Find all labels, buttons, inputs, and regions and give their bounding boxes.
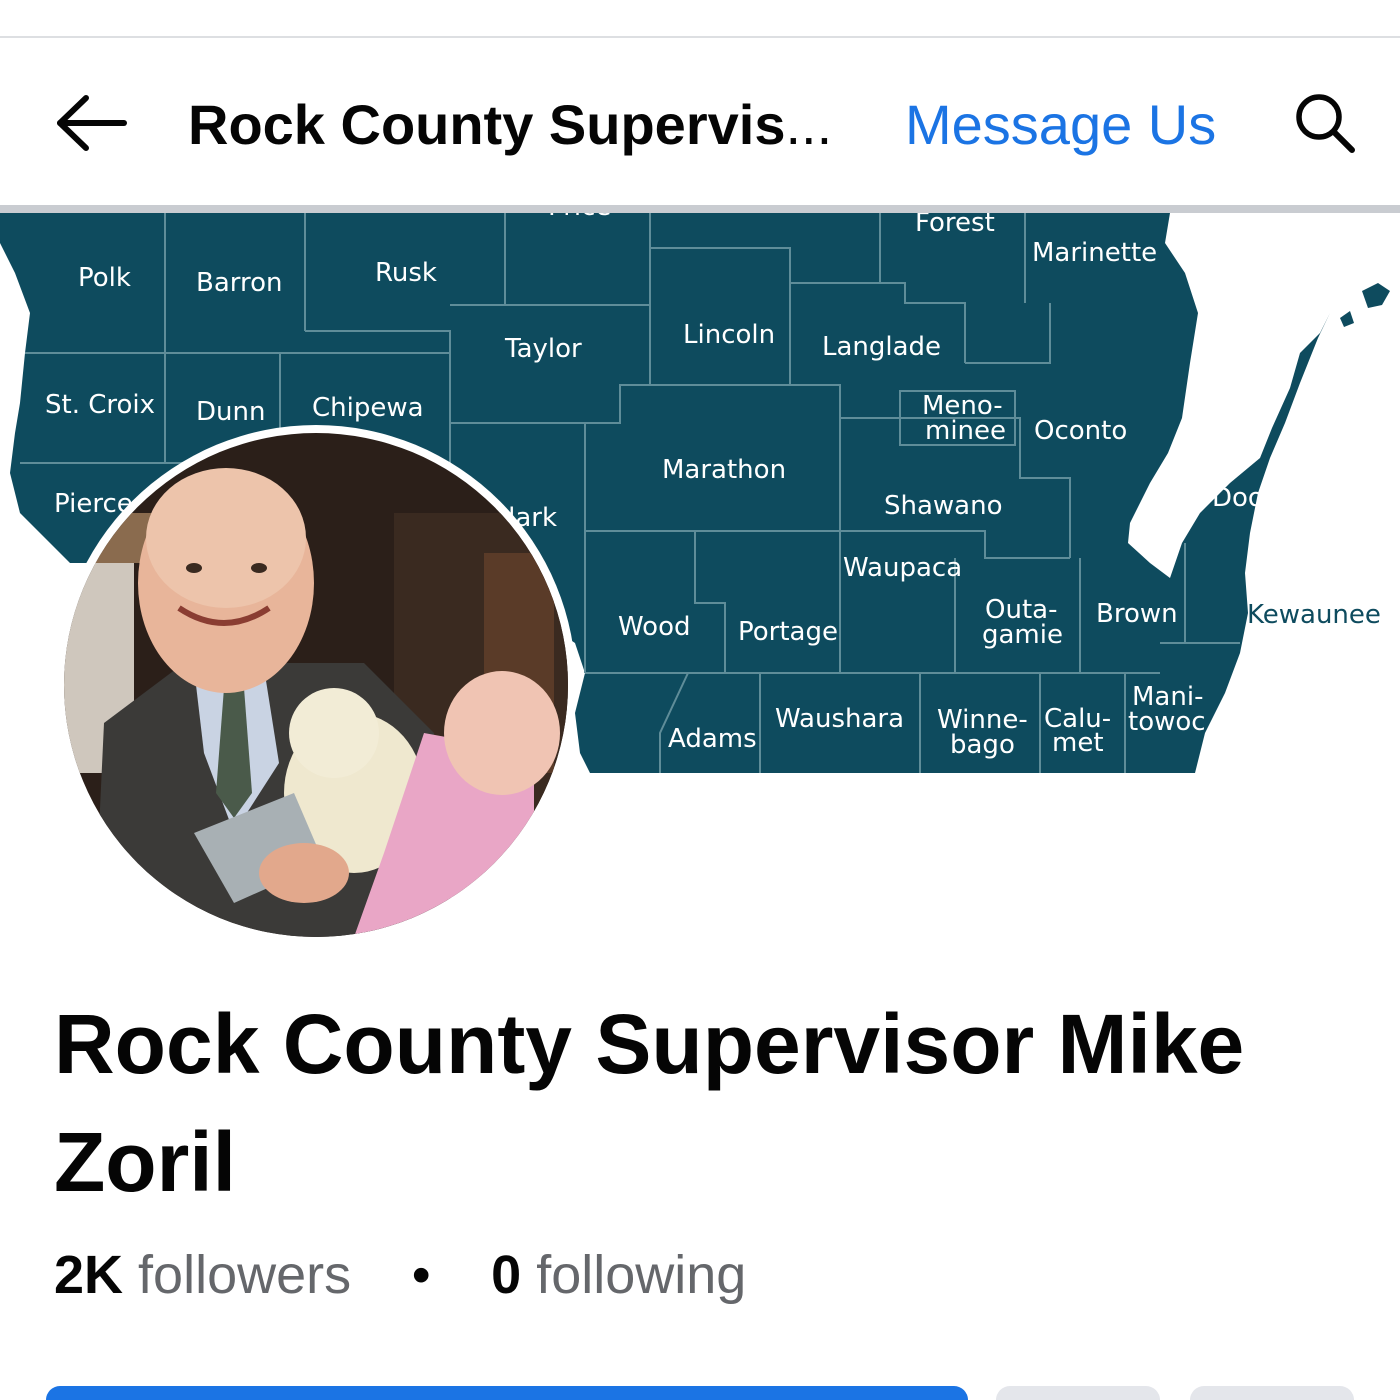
county-label-menominee-2: minee — [925, 416, 1006, 446]
county-label-taylor: Taylor — [504, 334, 582, 364]
following-label[interactable]: following — [536, 1245, 746, 1305]
county-label-oconto: Oconto — [1034, 416, 1127, 446]
county-label-door: Door — [1212, 483, 1275, 513]
county-label-st-croix: St. Croix — [45, 390, 155, 420]
search-button[interactable] — [1290, 88, 1360, 158]
followers-count[interactable]: 2K — [54, 1245, 123, 1305]
page-title: Rock County Supervis... — [188, 90, 838, 160]
top-nav-bar: Rock County Supervis... Message Us — [0, 40, 1400, 206]
county-label-barron: Barron — [196, 268, 283, 298]
following-count[interactable]: 0 — [491, 1245, 521, 1305]
county-label-marathon: Marathon — [662, 455, 786, 485]
county-label-waupaca: Waupaca — [843, 553, 962, 583]
county-label-dunn: Dunn — [196, 397, 265, 427]
back-button[interactable] — [48, 88, 138, 158]
nav-divider — [0, 205, 1400, 213]
county-label-adams: Adams — [668, 724, 757, 754]
county-label-kewaunee: Kewaunee — [1247, 600, 1381, 630]
profile-photo-illustration — [64, 433, 568, 937]
secondary-action-button[interactable] — [996, 1386, 1160, 1400]
county-label-winnebago-2: bago — [950, 730, 1015, 760]
county-label-marinette: Marinette — [1032, 238, 1157, 268]
county-label-rusk: Rusk — [375, 258, 437, 288]
county-label-outagamie-2: gamie — [982, 620, 1063, 650]
county-label-brown: Brown — [1096, 599, 1178, 629]
county-label-waushara: Waushara — [775, 704, 904, 734]
status-strip — [0, 0, 1400, 38]
county-label-chippewa: Chipewa — [312, 393, 424, 423]
primary-action-button[interactable] — [46, 1386, 968, 1400]
stats-separator: • — [411, 1245, 431, 1305]
avatar-photo — [64, 433, 568, 937]
more-options-button[interactable] — [1190, 1386, 1354, 1400]
county-label-shawano: Shawano — [884, 491, 1003, 521]
county-label-langlade: Langlade — [822, 332, 941, 362]
county-label-lincoln: Lincoln — [683, 320, 775, 350]
county-label-manitowoc-2: towoc — [1128, 707, 1206, 737]
page-title-ellipsis: ... — [785, 93, 833, 156]
county-label-calumet-2: met — [1052, 728, 1104, 758]
page-title-text: Rock County Supervis — [188, 93, 786, 156]
county-label-forest: Forest — [915, 213, 995, 238]
profile-name: Rock County Supervisor Mike Zoril — [54, 997, 1245, 1209]
county-label-portage: Portage — [738, 617, 838, 647]
arrow-left-icon — [57, 95, 127, 151]
followers-label[interactable]: followers — [138, 1245, 351, 1305]
county-label-wood: Wood — [618, 612, 691, 642]
profile-avatar[interactable] — [56, 425, 576, 945]
follower-stats: 2K followers • 0 following — [54, 1240, 746, 1310]
search-icon — [1296, 94, 1355, 153]
county-label-price: Price — [548, 213, 611, 222]
message-us-button[interactable]: Message Us — [905, 90, 1216, 160]
county-label-polk: Polk — [78, 263, 131, 293]
